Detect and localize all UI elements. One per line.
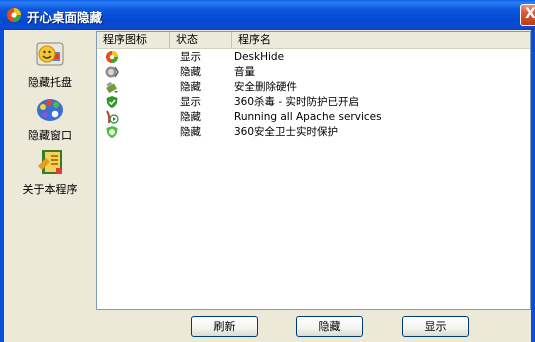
program-list[interactable]: 程序图标 状态 程序名 显示 DeskHide 隐藏 音量 隐藏 安全删除硬件 … (96, 31, 531, 310)
row-status: 显示 (180, 51, 201, 63)
hide-button[interactable]: 隐藏 (296, 316, 363, 337)
table-row[interactable]: 隐藏 音量 (97, 65, 530, 79)
palette-window-icon (37, 99, 63, 121)
column-header-name[interactable]: 程序名 (232, 32, 530, 48)
row-status: 显示 (180, 96, 201, 108)
refresh-button[interactable]: 刷新 (191, 316, 258, 337)
app-logo-icon (7, 8, 21, 22)
deskhide-icon (106, 51, 118, 63)
table-row[interactable]: 显示 DeskHide (97, 50, 530, 64)
app-window: 开心桌面隐藏 X 隐藏托盘 隐藏窗口 关于本程序 程序图标 状态 程序名 显示 … (0, 0, 535, 342)
table-row[interactable]: 隐藏 安全删除硬件 (97, 80, 530, 94)
window-frame-right (531, 30, 535, 342)
tray-smiley-icon (36, 42, 64, 66)
sidebar-item-label: 隐藏托盘 (28, 76, 72, 89)
safe-remove-hardware-icon (106, 81, 118, 94)
close-button[interactable]: X (520, 4, 535, 26)
title-bar[interactable]: 开心桌面隐藏 X (0, 0, 535, 30)
close-icon: X (525, 6, 535, 22)
360-antivirus-icon (106, 96, 118, 108)
window-title: 开心桌面隐藏 (27, 10, 103, 25)
row-status: 隐藏 (180, 81, 201, 93)
row-program-name: 360杀毒 - 实时防护已开启 (234, 96, 360, 108)
column-header-icon[interactable]: 程序图标 (97, 32, 170, 48)
sidebar-item-about[interactable]: 关于本程序 (4, 144, 96, 196)
sidebar: 隐藏托盘 隐藏窗口 关于本程序 (4, 30, 96, 342)
row-status: 隐藏 (180, 66, 201, 78)
table-row[interactable]: 隐藏 360安全卫士实时保护 (97, 125, 530, 139)
row-status: 隐藏 (180, 111, 201, 123)
row-program-name: 360安全卫士实时保护 (234, 126, 339, 138)
show-button[interactable]: 显示 (402, 316, 469, 337)
row-program-name: Running all Apache services (234, 111, 382, 123)
row-program-name: 音量 (234, 66, 255, 78)
table-row[interactable]: 隐藏 Running all Apache services (97, 110, 530, 124)
sidebar-item-label: 隐藏窗口 (28, 129, 72, 142)
column-header-status[interactable]: 状态 (170, 32, 232, 48)
table-row[interactable]: 显示 360杀毒 - 实时防护已开启 (97, 95, 530, 109)
apache-icon (106, 110, 119, 124)
sidebar-item-hide-tray[interactable]: 隐藏托盘 (4, 36, 96, 90)
row-program-name: DeskHide (234, 51, 285, 63)
volume-icon (105, 66, 119, 78)
row-program-name: 安全删除硬件 (234, 81, 297, 93)
row-status: 隐藏 (180, 126, 201, 138)
list-header: 程序图标 状态 程序名 (97, 32, 530, 49)
sidebar-item-label: 关于本程序 (22, 183, 78, 196)
button-bar: 刷新 隐藏 显示 (96, 310, 531, 342)
about-icon (38, 150, 62, 174)
sidebar-item-hide-window[interactable]: 隐藏窗口 (4, 92, 96, 142)
360-safeguard-icon (106, 126, 118, 138)
